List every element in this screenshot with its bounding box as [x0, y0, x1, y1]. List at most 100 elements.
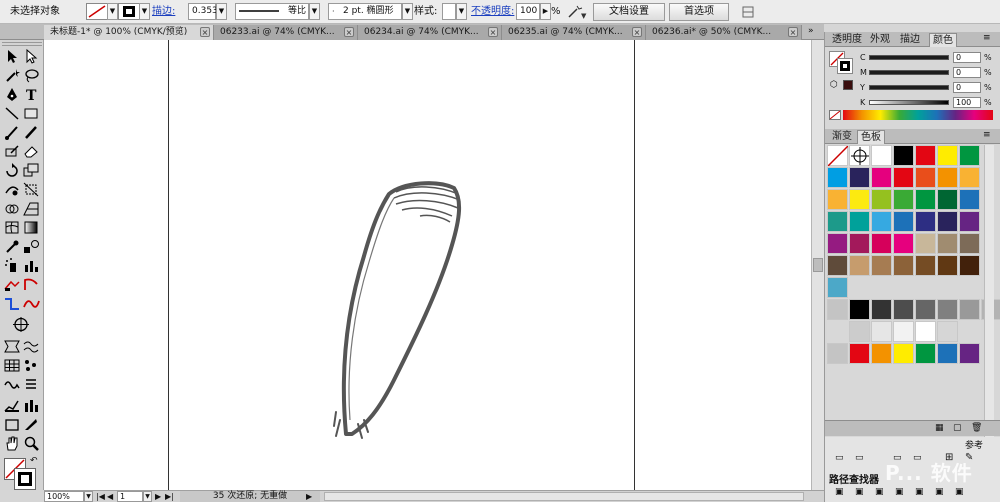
opacity-dropdown[interactable]: ▶ — [540, 3, 551, 20]
tabs-overflow-icon[interactable]: » — [808, 26, 814, 36]
pathfinder-icon[interactable]: ▣ — [855, 487, 864, 497]
swatch[interactable] — [871, 321, 892, 342]
slider-track[interactable] — [869, 70, 949, 75]
paintbrush-tool-icon[interactable] — [3, 124, 21, 141]
tab-transparency[interactable]: 透明度 — [829, 33, 865, 47]
swatch[interactable] — [915, 255, 936, 276]
swatch[interactable] — [915, 299, 936, 320]
eraser-tool-icon[interactable] — [22, 143, 40, 160]
eyedropper-tool-icon[interactable] — [3, 238, 21, 255]
swatch[interactable] — [871, 145, 892, 166]
swatch[interactable] — [893, 145, 914, 166]
swatch[interactable] — [849, 167, 870, 188]
last-color-swatch[interactable] — [843, 80, 853, 90]
warp-tool-icon[interactable] — [3, 181, 21, 198]
stacked-graph-tool-icon[interactable] — [22, 397, 40, 414]
swatch[interactable] — [871, 343, 892, 364]
slider-value[interactable]: 100 — [953, 97, 981, 108]
close-icon[interactable]: × — [788, 27, 798, 37]
new-swatch-icon[interactable]: ▢ — [953, 423, 962, 433]
swatch[interactable] — [849, 211, 870, 232]
wave-tool-icon[interactable] — [22, 338, 40, 355]
first-page-icon[interactable]: |◀ — [96, 491, 105, 502]
toolbox-grip[interactable] — [2, 42, 42, 46]
swatch[interactable] — [937, 167, 958, 188]
column-graph-tool-icon[interactable] — [22, 257, 40, 274]
swatch-group-folder-icon[interactable] — [827, 299, 848, 320]
page-dropdown[interactable]: ▼ — [143, 491, 152, 502]
lasso-tool-icon[interactable] — [22, 67, 40, 84]
gradient-tool-icon[interactable] — [22, 219, 40, 236]
swatch[interactable] — [871, 299, 892, 320]
swatch-options-icon[interactable]: ▦ — [935, 423, 944, 433]
line-tool-icon[interactable] — [3, 105, 21, 122]
tab-document-3[interactable]: 06234.ai @ 74% (CMYK... × — [358, 25, 502, 40]
swap-colors-icon[interactable]: ↶ — [30, 456, 38, 466]
type-tool-icon[interactable]: T — [22, 86, 40, 104]
panel-menu-icon[interactable]: ≡ — [983, 33, 991, 43]
slider-track[interactable] — [869, 55, 949, 60]
tab-document-4[interactable]: 06235.ai @ 74% (CMYK... × — [502, 25, 646, 40]
swatch[interactable] — [893, 233, 914, 254]
list-tool-icon[interactable] — [22, 376, 40, 393]
artboard-rect-tool-icon[interactable] — [3, 416, 21, 433]
swatch[interactable] — [959, 167, 980, 188]
swatch[interactable] — [849, 145, 870, 166]
swatch[interactable] — [959, 211, 980, 232]
swatch[interactable] — [893, 299, 914, 320]
opacity-input[interactable]: 100 — [516, 3, 540, 20]
knife-tool-icon[interactable] — [22, 416, 40, 433]
slider-black[interactable]: K 100 % — [825, 97, 1000, 109]
swatch-group-folder-icon[interactable] — [827, 343, 848, 364]
swatch[interactable] — [937, 299, 958, 320]
swatch[interactable] — [827, 189, 848, 210]
zoom-tool-icon[interactable] — [22, 435, 40, 452]
pathfinder-icon[interactable]: ▣ — [915, 487, 924, 497]
swatch-scrollbar[interactable] — [984, 145, 994, 455]
tab-swatches[interactable]: 色板 — [857, 130, 885, 144]
target-tool-icon[interactable] — [12, 316, 30, 333]
swatch[interactable] — [959, 189, 980, 210]
recolor-icon[interactable]: ▼ — [566, 4, 588, 20]
swatch[interactable] — [893, 255, 914, 276]
pathfinder-icon[interactable]: ▣ — [935, 487, 944, 497]
close-icon[interactable]: × — [344, 27, 354, 37]
reshape-tool-icon[interactable] — [22, 295, 40, 312]
tab-appearance[interactable]: 外观 — [867, 33, 893, 47]
tab-document-2[interactable]: 06233.ai @ 74% (CMYK... × — [214, 25, 358, 40]
pathfinder-icon[interactable]: ▣ — [895, 487, 904, 497]
document-setup-button[interactable]: 文档设置 — [593, 3, 665, 21]
swatch[interactable] — [937, 233, 958, 254]
magic-wand-tool-icon[interactable] — [3, 67, 21, 84]
swatch[interactable] — [871, 211, 892, 232]
swatch[interactable] — [937, 145, 958, 166]
shape-builder-tool-icon[interactable] — [3, 200, 21, 217]
swatch[interactable] — [893, 321, 914, 342]
stroke-color-swatch[interactable] — [14, 468, 36, 490]
pathfinder-icon[interactable]: ▣ — [835, 487, 844, 497]
swatch[interactable] — [915, 343, 936, 364]
swatch[interactable] — [915, 233, 936, 254]
swatch[interactable] — [959, 299, 980, 320]
zoom-field[interactable]: 100% — [44, 491, 84, 502]
swatch[interactable] — [849, 255, 870, 276]
slider-value[interactable]: 0 — [953, 67, 981, 78]
artboard-tool-icon[interactable] — [3, 276, 21, 293]
symbol-sprayer-tool-icon[interactable] — [3, 257, 21, 274]
grid-tool-icon[interactable] — [3, 357, 21, 374]
cube-icon[interactable]: ⬡ — [830, 80, 840, 90]
slice-tool-icon[interactable] — [22, 276, 40, 293]
swatch[interactable] — [959, 233, 980, 254]
swatch[interactable] — [937, 255, 958, 276]
fill-dropdown[interactable]: ▼ — [107, 3, 118, 20]
page-field[interactable]: 1 — [117, 491, 143, 502]
prev-page-icon[interactable]: ◀ — [107, 491, 113, 502]
swatch[interactable] — [849, 343, 870, 364]
swatch[interactable] — [827, 255, 848, 276]
swatch[interactable] — [849, 233, 870, 254]
swatch[interactable] — [937, 321, 958, 342]
width-tool-icon[interactable] — [3, 295, 21, 312]
rotate-tool-icon[interactable] — [3, 162, 21, 179]
swatch[interactable] — [849, 189, 870, 210]
stroke-link[interactable]: 描边: — [152, 0, 175, 24]
